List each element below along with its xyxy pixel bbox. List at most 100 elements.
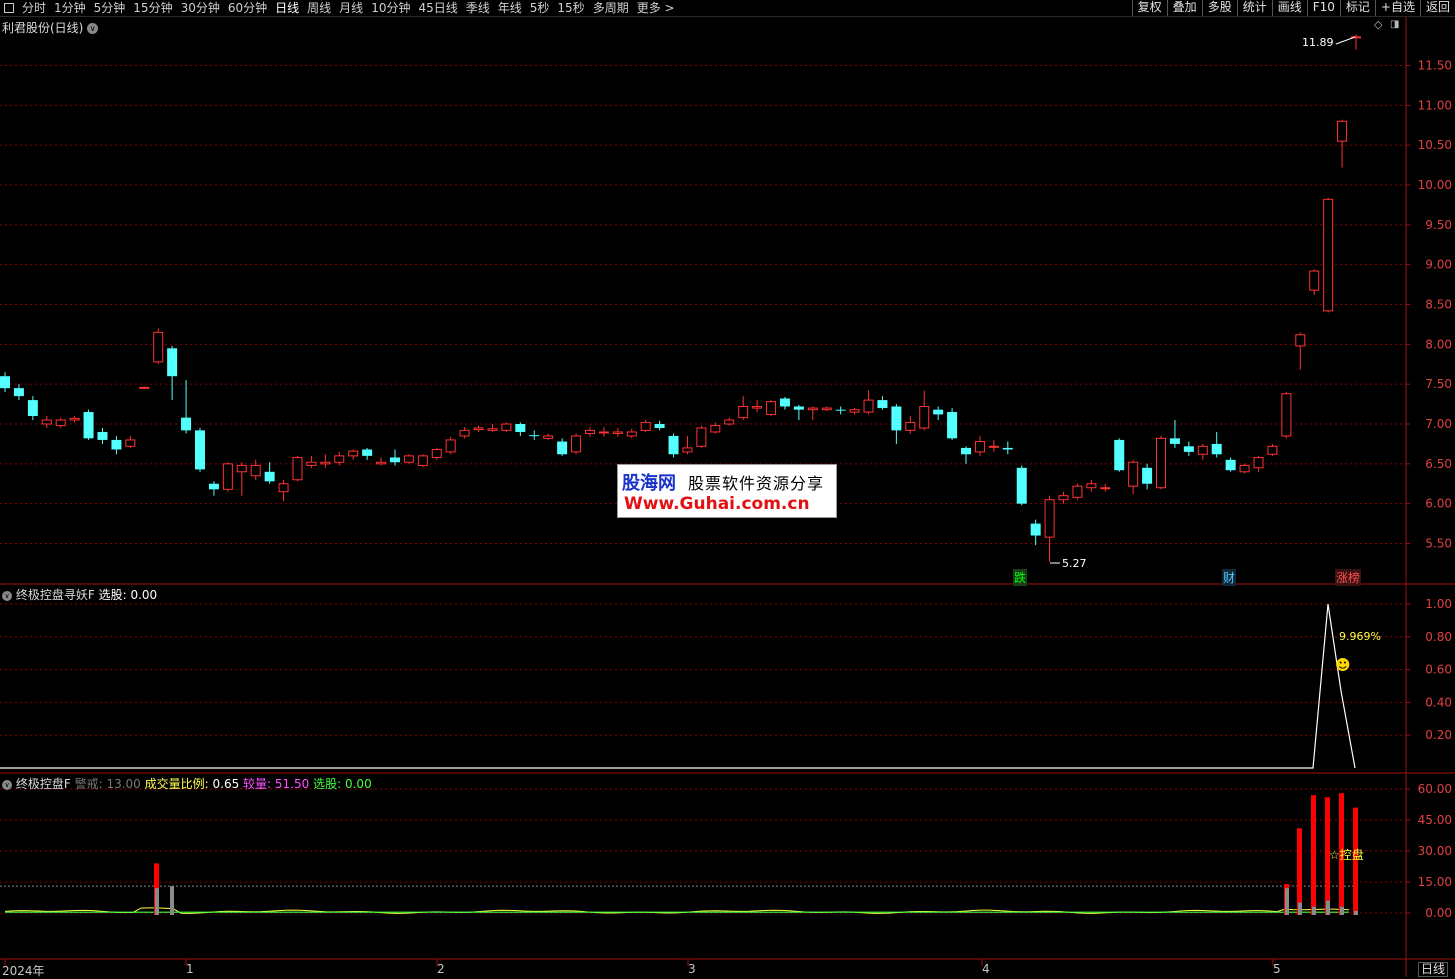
toolbar-button[interactable]: 多股 [1201, 0, 1237, 16]
toolbar-button[interactable]: F10 [1306, 0, 1340, 16]
candle-body [222, 463, 233, 490]
diamond-icon[interactable]: ◇ [1374, 18, 1382, 31]
candle-body [557, 441, 568, 455]
high-price-label: 11.89 [1302, 36, 1334, 49]
main-panel-title: 利君股份(日线) ∨ [2, 19, 99, 36]
candle-body [668, 435, 679, 455]
y-tick-label: 0.00 [1425, 906, 1452, 920]
period-tab[interactable]: 60分钟 [224, 1, 271, 15]
watermark-url: Www.Guhai.com.cn [624, 494, 810, 514]
candle-body [487, 428, 498, 431]
toolbar-button[interactable]: 返回 [1419, 0, 1455, 16]
candle-body [1058, 495, 1069, 501]
period-tab[interactable]: 15分钟 [129, 1, 176, 15]
control-label: ☆控盘 [1329, 848, 1364, 862]
window-icon[interactable] [4, 3, 14, 13]
toolbar-button[interactable]: 统计 [1236, 0, 1272, 16]
chevron-down-icon[interactable]: ∨ [2, 779, 12, 790]
y-tick-label: 8.00 [1425, 337, 1452, 351]
x-label-month: 3 [688, 962, 696, 976]
panel2-title: ∨ 终极控盘寻妖F 选股: 0.00 [2, 586, 157, 603]
y-tick-label: 60.00 [1418, 782, 1452, 796]
candle-body [1281, 393, 1292, 437]
candle-body [69, 417, 80, 421]
candle-body [1211, 443, 1222, 455]
watermark-text: 股票软件资源分享 [688, 474, 825, 493]
candle-body [431, 448, 442, 458]
candle-body [292, 456, 303, 481]
candle-body [1142, 467, 1153, 484]
candle-body [1072, 485, 1083, 498]
y-tick-label: 5.50 [1425, 537, 1452, 551]
period-tab[interactable]: 1分钟 [50, 1, 90, 15]
panel-toggle-icon[interactable]: ◨ [1390, 19, 1399, 30]
candle-body [793, 406, 804, 410]
period-tab[interactable]: 日线 [271, 1, 303, 15]
candle-body [1295, 334, 1306, 347]
candle-body [459, 429, 470, 437]
toolbar-button[interactable]: +自选 [1374, 0, 1420, 16]
toolbar-button[interactable]: 画线 [1271, 0, 1307, 16]
period-tab[interactable]: 月线 [335, 1, 367, 15]
candle-body [334, 455, 345, 463]
period-tab[interactable]: 分时 [18, 1, 50, 15]
candle-body [919, 405, 930, 429]
volume-label: 较量: [243, 777, 272, 791]
candle-body [376, 461, 387, 465]
candle-body [863, 399, 874, 413]
marker-zhangbang[interactable]: 涨榜 [1335, 569, 1362, 586]
candle-body [640, 421, 651, 431]
period-tab[interactable]: 10分钟 [367, 1, 414, 15]
candle-body [891, 406, 902, 431]
period-tab[interactable]: 5秒 [526, 1, 554, 15]
y-tick-label: 0.80 [1425, 630, 1452, 644]
period-tab[interactable]: 45日线 [414, 1, 461, 15]
candle-body [584, 429, 595, 435]
y-tick-label: 11.00 [1418, 98, 1452, 112]
candle-body [1197, 445, 1208, 455]
candle-body [181, 417, 192, 431]
chevron-down-icon[interactable]: ∨ [87, 23, 99, 34]
period-tab[interactable]: 年线 [494, 1, 526, 15]
candle-body [543, 435, 554, 439]
period-tab[interactable]: 30分钟 [177, 1, 224, 15]
marker-cai[interactable]: 财 [1222, 569, 1237, 586]
candle-body [682, 447, 693, 453]
period-button[interactable]: 日线 [1418, 962, 1449, 977]
ratio-label: 成交量比例: [144, 777, 209, 791]
low-price-label: 5.27 [1062, 557, 1087, 570]
candle-body [27, 400, 38, 417]
indicator-name: 终极控盘寻妖F [15, 588, 95, 602]
chevron-down-icon[interactable]: ∨ [2, 590, 12, 601]
toolbar-button[interactable]: 复权 [1131, 0, 1167, 16]
candle-body [571, 435, 582, 453]
candle-body [696, 427, 707, 447]
candle-body [1030, 523, 1041, 536]
x-label-month: 2 [437, 962, 445, 976]
select-label: 选股: [98, 588, 127, 602]
x-label-month: 4 [982, 962, 990, 976]
period-tab[interactable]: 季线 [462, 1, 494, 15]
warn-label: 警戒: [74, 777, 103, 791]
volume-bar-red [1297, 828, 1302, 915]
volume-bar-gray [170, 886, 174, 915]
candle-body [1253, 456, 1264, 469]
select-value: 0.00 [130, 588, 158, 602]
candle-body [403, 455, 414, 463]
y-tick-label: 0.60 [1425, 663, 1452, 677]
y-tick-label: 0.40 [1425, 695, 1452, 709]
volume-bar-gray [155, 888, 159, 915]
candle-body [766, 401, 777, 415]
period-tab[interactable]: 更多 > [633, 1, 679, 15]
period-tab[interactable]: 5分钟 [90, 1, 130, 15]
select-value: 0.00 [344, 777, 372, 791]
toolbar-button[interactable]: 标记 [1339, 0, 1375, 16]
period-tab[interactable]: 周线 [303, 1, 335, 15]
period-tab[interactable]: 多周期 [589, 1, 633, 15]
toolbar-button[interactable]: 叠加 [1166, 0, 1202, 16]
y-tick-label: 15.00 [1418, 875, 1452, 889]
pct-change-label: 9.969% [1339, 630, 1381, 643]
y-tick-label: 45.00 [1418, 813, 1452, 827]
period-tab[interactable]: 15秒 [553, 1, 588, 15]
marker-die[interactable]: 跌 [1013, 569, 1028, 586]
